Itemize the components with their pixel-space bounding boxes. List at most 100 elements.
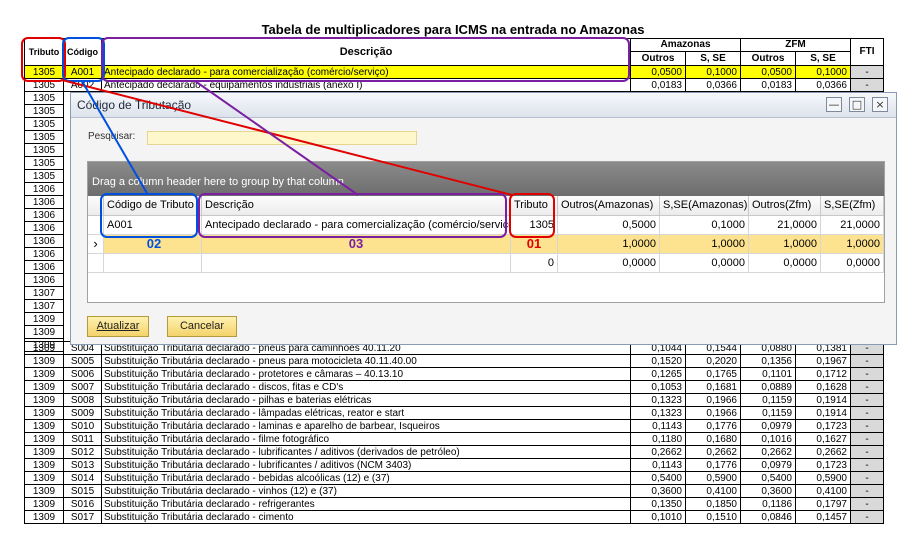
sheet-cell-codigo: S016 [63,497,102,511]
sheet-cell-am-sse: 0,1765 [685,367,741,381]
header-descricao: Descrição [101,38,631,66]
sheet-title: Tabela de multiplicadores para ICMS na e… [261,22,645,37]
sheet-cell-tributo: 1306 [24,195,64,209]
sheet-cell-tributo: 1305 [24,169,64,183]
cell-sse-amazonas[interactable]: 1,0000 [660,235,749,254]
sheet-cell-tributo: 1309 [24,458,64,472]
sheet-cell-codigo: S005 [63,354,102,368]
sheet-cell-tributo: 1305 [24,91,64,105]
maximize-icon[interactable]: □ [849,97,865,112]
sheet-cell-fti: - [850,393,884,407]
sheet-cell-desc: Substituição Tributária declarado - refr… [101,497,631,511]
sheet-cell-tributo: 1306 [24,260,64,274]
sheet-cell-tributo: 1309 [24,471,64,485]
sheet-cell-desc: Substituição Tributária declarado - lami… [101,419,631,433]
sheet-cell-am-sse: 0,1776 [685,458,741,472]
current-row-indicator-icon[interactable]: › [88,235,104,254]
close-icon[interactable]: × [872,97,888,112]
sheet-cell-tributo: 1307 [24,299,64,313]
sheet-cell-zfm-sse: 0,1628 [795,380,851,394]
sheet-cell-am-outros: 0,0500 [630,65,686,79]
sheet-cell-desc: Antecipado declarado - para comercializa… [101,65,631,79]
cell-tributo[interactable]: 0 [511,254,558,273]
group-by-hint: Drag a column header here to group by th… [92,176,344,188]
sheet-cell-tributo: 1309 [24,419,64,433]
sheet-cell-am-outros: 0,1143 [630,458,686,472]
sheet-cell-am-sse: 0,2020 [685,354,741,368]
sheet-cell-am-sse: 0,1681 [685,380,741,394]
cell-descricao[interactable] [202,254,511,273]
cell-outros-amazonas[interactable]: 0,5000 [558,216,660,235]
cell-outros-amazonas[interactable]: 1,0000 [558,235,660,254]
col-header-outros-amazonas[interactable]: Outros(Amazonas) [558,196,660,216]
sheet-cell-zfm-outros: 0,0183 [740,78,796,92]
col-header-sse-amazonas[interactable]: S,SE(Amazonas) [660,196,749,216]
sheet-cell-codigo: S014 [63,471,102,485]
cancel-button[interactable]: Cancelar [167,316,237,337]
sheet-cell-codigo: A001 [63,65,102,79]
cell-codigo[interactable] [104,254,202,273]
col-header-outros-zfm[interactable]: Outros(Zfm) [749,196,821,216]
cell-sse-zfm[interactable]: 0,0000 [821,254,884,273]
sheet-cell-am-outros: 0,1265 [630,367,686,381]
minimize-icon[interactable]: — [826,97,842,112]
dialog-titlebar[interactable]: Código de Tributação — □ × [71,93,896,118]
sheet-cell-codigo: S015 [63,484,102,498]
cell-descricao[interactable]: Antecipado declarado - para comercializa… [202,216,511,235]
cell-outros-zfm[interactable]: 0,0000 [749,254,821,273]
cell-tributo[interactable]: 1305 [511,216,558,235]
sheet-cell-fti: - [850,419,884,433]
update-button[interactable]: Atualizar [87,316,149,337]
cell-sse-amazonas[interactable]: 0,0000 [660,254,749,273]
sheet-cell-am-outros: 0,0183 [630,78,686,92]
sheet-cell-tributo: 1309 [24,367,64,381]
cell-codigo[interactable]: A001 [104,216,202,235]
cell-outros-zfm[interactable]: 1,0000 [749,235,821,254]
sheet-cell-zfm-sse: 0,0366 [795,78,851,92]
sheet-cell-zfm-sse: 0,1914 [795,393,851,407]
sheet-cell-codigo: S011 [63,432,102,446]
sheet-cell-tributo: 1305 [24,78,64,92]
col-header-descricao[interactable]: Descrição [202,196,511,216]
sheet-cell-zfm-sse: 0,2662 [795,445,851,459]
sheet-cell-zfm-outros: 0,5400 [740,471,796,485]
sheet-cell-fti: - [850,484,884,498]
sheet-cell-codigo: S009 [63,406,102,420]
sheet-cell-zfm-sse: 0,4100 [795,484,851,498]
sheet-cell-zfm-outros: 0,3600 [740,484,796,498]
sheet-cell-desc: Substituição Tributária declarado - pilh… [101,393,631,407]
cell-outros-amazonas[interactable]: 0,0000 [558,254,660,273]
sheet-cell-zfm-outros: 0,1159 [740,393,796,407]
sheet-cell-codigo: S012 [63,445,102,459]
sheet-cell-zfm-outros: 0,1101 [740,367,796,381]
sheet-cell-am-sse: 0,1776 [685,419,741,433]
cell-sse-zfm[interactable]: 21,0000 [821,216,884,235]
header-zfm-outros: Outros [740,51,796,66]
cell-sse-amazonas[interactable]: 0,1000 [660,216,749,235]
sheet-cell-am-sse: 0,0366 [685,78,741,92]
cell-outros-zfm[interactable]: 21,0000 [749,216,821,235]
sheet-cell-desc: Substituição Tributária declarado - lubr… [101,445,631,459]
search-input[interactable] [147,131,417,145]
sheet-cell-fti: - [850,497,884,511]
row-indicator[interactable] [88,254,104,273]
sheet-cell-tributo: 1306 [24,234,64,248]
sheet-cell-tributo: 1305 [24,143,64,157]
sheet-cell-am-outros: 0,1520 [630,354,686,368]
sheet-cell-am-sse: 0,1966 [685,406,741,420]
sheet-cell-tributo: 1305 [24,104,64,118]
group-by-panel[interactable]: Drag a column header here to group by th… [88,162,884,196]
sheet-cell-codigo: S017 [63,510,102,524]
sheet-cell-tributo: 1309 [24,510,64,524]
col-header-tributo[interactable]: Tributo [511,196,558,216]
sheet-cell-tributo: 1305 [24,65,64,79]
sheet-cell-zfm-sse: 0,1000 [795,65,851,79]
col-header-codigo[interactable]: Código de Tributo [104,196,202,216]
cell-sse-zfm[interactable]: 1,0000 [821,235,884,254]
sheet-cell-codigo: S007 [63,380,102,394]
row-indicator[interactable] [88,216,104,235]
sheet-cell-zfm-sse: 0,1627 [795,432,851,446]
col-header-sse-zfm[interactable]: S,SE(Zfm) [821,196,884,216]
header-amazonas: Amazonas [630,38,741,52]
sheet-cell-fti: - [850,367,884,381]
